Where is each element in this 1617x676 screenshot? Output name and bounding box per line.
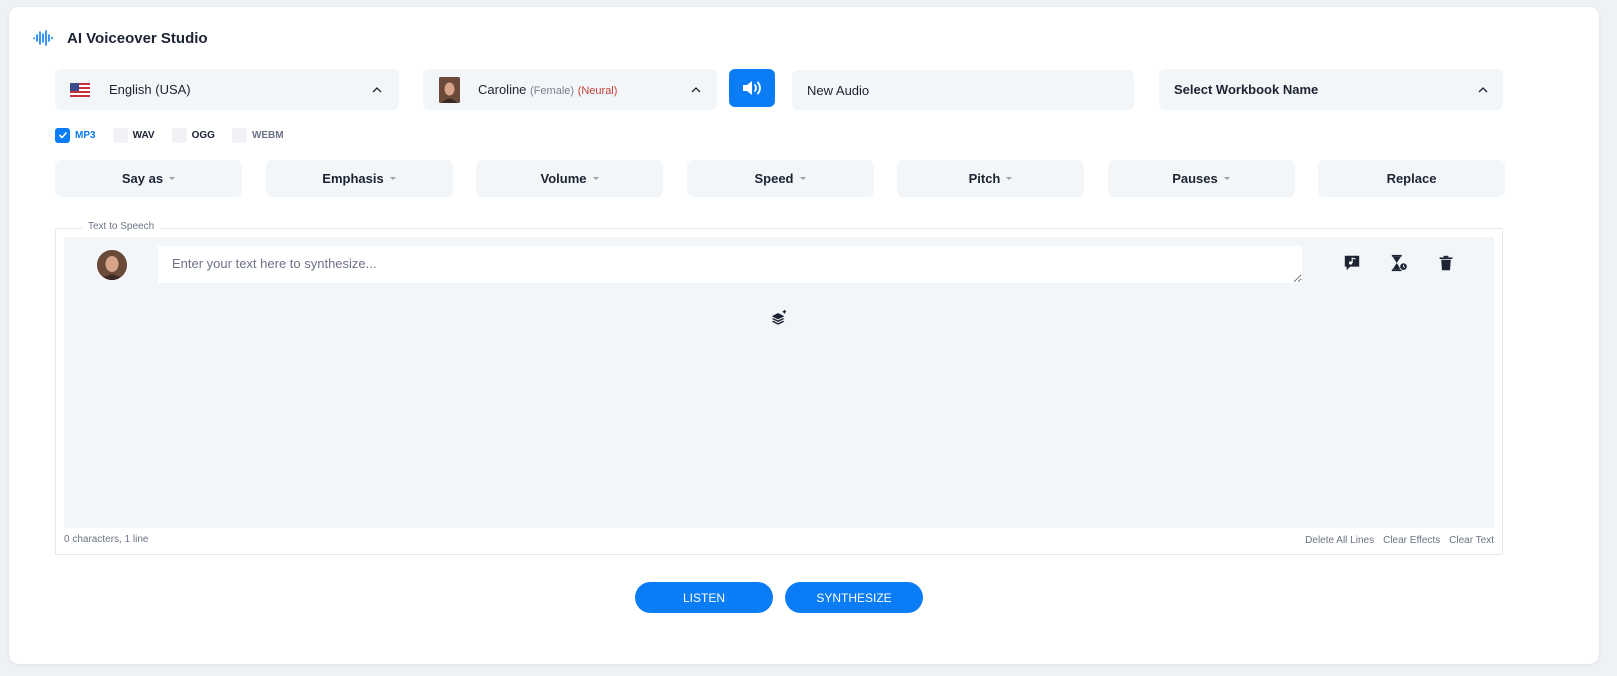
audio-name-input[interactable] <box>792 70 1134 110</box>
delete-all-lines-link[interactable]: Delete All Lines <box>1305 535 1374 546</box>
checkbox[interactable] <box>112 127 128 143</box>
app-header: AI Voiceover Studio <box>33 26 208 50</box>
music-note-icon <box>1344 255 1360 271</box>
clear-effects-link[interactable]: Clear Effects <box>1383 535 1440 546</box>
delete-line-button[interactable] <box>1436 253 1456 273</box>
caret-down-icon <box>1006 177 1013 180</box>
format-mp3[interactable]: MP3 <box>55 127 96 143</box>
effect-speed-button[interactable]: Speed <box>686 160 874 197</box>
speaker-icon <box>743 81 761 95</box>
workbook-label: Select Workbook Name <box>1174 82 1319 97</box>
listen-button[interactable]: LISTEN <box>635 582 773 613</box>
chevron-up-icon <box>691 86 701 92</box>
format-label: WEBM <box>251 129 284 141</box>
page-title: AI Voiceover Studio <box>67 29 208 47</box>
voice-name: Caroline <box>478 82 527 97</box>
format-options: MP3 WAV OGG WEBM <box>55 127 301 143</box>
effect-label: Volume <box>540 171 587 186</box>
voice-avatar <box>439 76 460 103</box>
format-label: WAV <box>132 129 155 141</box>
checkbox[interactable] <box>231 127 247 143</box>
caret-down-icon <box>1223 177 1230 180</box>
checkbox-checked[interactable] <box>55 127 70 143</box>
clear-text-link[interactable]: Clear Text <box>1449 535 1494 546</box>
format-label: OGG <box>191 129 215 141</box>
effect-replace-button[interactable]: Replace <box>1318 160 1505 197</box>
effect-label: Replace <box>1386 171 1437 186</box>
synthesize-button[interactable]: SYNTHESIZE <box>785 582 923 613</box>
format-webm[interactable]: WEBM <box>231 127 284 143</box>
effects-toolbar: Say as Emphasis Volume Speed Pitch Pause… <box>55 160 1505 197</box>
voice-select[interactable]: Caroline (Female) (Neural) <box>423 69 717 110</box>
effect-label: Pitch <box>968 171 1001 186</box>
add-pause-button[interactable] <box>1389 253 1409 273</box>
tts-footer-links: Delete All Lines Clear Effects Clear Tex… <box>1296 535 1494 546</box>
voice-name-label: Caroline (Female) (Neural) <box>478 82 690 97</box>
line-voice-avatar[interactable] <box>97 250 127 280</box>
soundwave-icon <box>33 30 53 46</box>
format-wav[interactable]: WAV <box>112 127 155 143</box>
check-icon <box>58 131 67 139</box>
effect-say-as-button[interactable]: Say as <box>55 160 242 197</box>
caret-down-icon <box>592 177 599 180</box>
format-ogg[interactable]: OGG <box>171 127 215 143</box>
caret-down-icon <box>799 177 806 180</box>
character-count: 0 characters, 1 line <box>64 534 149 545</box>
language-select[interactable]: English (USA) <box>55 69 399 110</box>
effect-pauses-button[interactable]: Pauses <box>1107 160 1295 197</box>
workbook-select[interactable]: Select Workbook Name <box>1159 69 1503 110</box>
preview-voice-button[interactable] <box>729 69 775 107</box>
trash-icon <box>1439 255 1453 271</box>
us-flag-icon <box>70 82 90 97</box>
chevron-up-icon <box>372 86 382 92</box>
voice-type: (Neural) <box>577 85 618 97</box>
add-music-button[interactable] <box>1342 253 1362 273</box>
tts-text-input[interactable] <box>158 246 1302 283</box>
effect-label: Say as <box>121 171 164 186</box>
effect-label: Emphasis <box>322 171 384 186</box>
language-label: English (USA) <box>109 82 191 97</box>
add-line-button[interactable] <box>769 308 789 328</box>
effect-volume-button[interactable]: Volume <box>476 160 663 197</box>
caret-down-icon <box>169 177 176 180</box>
chevron-up-icon <box>1478 86 1488 92</box>
effect-emphasis-button[interactable]: Emphasis <box>265 160 453 197</box>
caret-down-icon <box>389 177 396 180</box>
checkbox[interactable] <box>171 127 187 143</box>
voice-gender: (Female) <box>530 85 575 97</box>
layers-plus-icon <box>771 309 787 325</box>
hourglass-clock-icon <box>1391 254 1408 272</box>
format-label: MP3 <box>75 129 96 141</box>
effect-label: Pauses <box>1172 171 1218 186</box>
tts-legend: Text to Speech <box>82 221 161 232</box>
effect-label: Speed <box>754 171 794 186</box>
effect-pitch-button[interactable]: Pitch <box>897 160 1084 197</box>
